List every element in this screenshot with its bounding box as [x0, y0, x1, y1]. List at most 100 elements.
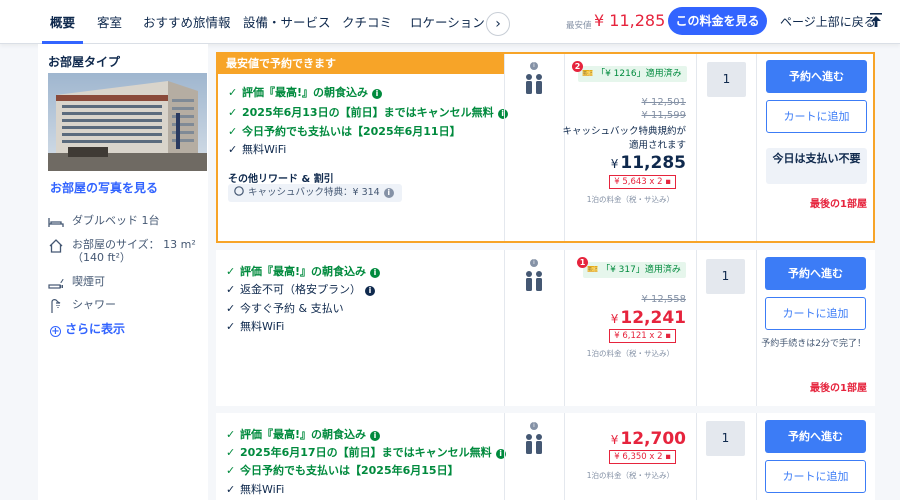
room-photo[interactable] — [48, 73, 207, 171]
arrow-up-to-top-icon[interactable] — [870, 13, 882, 27]
feature-breakfast: ✓ 評価『最高!』の朝食込み i — [226, 265, 381, 279]
show-more-label: さらに表示 — [65, 322, 126, 336]
feature-wifi: ✓ 無料WiFi — [226, 320, 284, 334]
divider — [756, 413, 757, 500]
feature-text: 2025年6月13日の【前日】まではキャンセル無料 — [242, 106, 494, 119]
divider — [504, 250, 505, 406]
info-icon[interactable]: i — [365, 286, 375, 296]
per-night-text: ¥ 6,121 x 2 — [614, 331, 663, 341]
lowest-price-label: 最安値 — [566, 21, 592, 31]
price-block: ¥ 12,501 ¥ 11,599 キャッシュバック特典規約が適用されます ¥1… — [558, 54, 686, 244]
guest-capacity: i — [519, 62, 549, 95]
final-price: ¥12,700 — [611, 429, 686, 449]
info-icon[interactable]: i — [497, 109, 508, 119]
info-icon[interactable]: i — [370, 431, 381, 441]
rate-option-nonrefundable: ✓ 評価『最高!』の朝食込み i ✓ 返金不可（格安プラン） i ✓ 今すぐ予約 & 支払… — [216, 250, 875, 406]
room-type-title: お部屋タイプ — [48, 55, 121, 69]
reserve-button[interactable]: 予約へ進む — [765, 420, 866, 453]
amenity-label: お部屋のサイズ： 13 m²（140 ft²） — [72, 238, 196, 264]
feature-text: 今すぐ予約 & 支払い — [240, 302, 344, 315]
feature-nonrefundable: ✓ 返金不可（格安プラン） i — [226, 283, 375, 297]
info-icon[interactable]: i — [530, 62, 538, 70]
check-icon: ✓ — [228, 106, 238, 119]
feature-text: 評価『最高!』の朝食込み — [242, 86, 369, 99]
check-icon: ✓ — [226, 302, 236, 315]
room-quantity-select[interactable]: 1 — [706, 421, 745, 456]
divider — [696, 54, 697, 241]
feature-text: 無料WiFi — [240, 483, 285, 496]
two-people-icon — [526, 74, 542, 94]
info-icon[interactable]: i — [383, 188, 394, 198]
final-price: ¥12,241 — [611, 308, 686, 328]
feature-text: 無料WiFi — [242, 143, 287, 156]
tab-facilities[interactable]: 設備・サービス — [243, 0, 331, 44]
amenity-label: 喫煙可 — [72, 275, 105, 288]
last-room-warning: 最後の1部屋 — [810, 383, 867, 394]
original-price: ¥ 12,558 — [641, 294, 686, 305]
currency-symbol: ¥ — [610, 157, 619, 171]
tab-rooms[interactable]: 客室 — [97, 0, 122, 44]
tab-reviews[interactable]: クチコミ — [342, 0, 392, 44]
person-icon: ▪ — [665, 331, 671, 341]
reserve-button[interactable]: 予約へ進む — [766, 60, 867, 93]
check-icon: ✓ — [228, 86, 238, 99]
plus-circle-icon: + — [50, 326, 61, 337]
divider — [696, 413, 697, 500]
info-icon[interactable]: i — [370, 268, 381, 278]
room-quantity-select[interactable]: 1 — [707, 62, 746, 97]
info-icon[interactable]: i — [530, 422, 538, 430]
cashback-terms-note: キャッシュバック特典規約が適用されます — [562, 126, 686, 151]
discounted-price: ¥ 11,599 — [641, 110, 686, 121]
info-icon[interactable]: i — [372, 89, 383, 99]
tab-overview[interactable]: 概要 — [41, 0, 84, 44]
feature-wifi: ✓ 無料WiFi — [226, 483, 284, 497]
add-to-cart-button[interactable]: カートに追加 — [765, 460, 866, 493]
show-more-link[interactable]: + さらに表示 — [50, 320, 125, 337]
guest-capacity: i — [519, 422, 549, 455]
reserve-button[interactable]: 予約へ進む — [765, 257, 866, 290]
per-night-breakdown: ¥ 5,643 x 2 ▪ — [609, 175, 676, 189]
bed-icon — [48, 218, 64, 227]
room-photos-link[interactable]: お部屋の写真を見る — [50, 179, 158, 196]
divider — [756, 250, 757, 406]
feature-breakfast: ✓ 評価『最高!』の朝食込み i — [228, 86, 383, 100]
back-to-top-link[interactable]: ページ上部に戻る — [780, 13, 876, 30]
check-icon: ✓ — [226, 446, 236, 459]
feature-text: 今日予約でも支払いは【2025年6月11日】 — [242, 125, 461, 138]
other-rewards-title: その他リワード & 割引 — [228, 174, 334, 185]
tax-note: 1泊の料金（税・サ込み） — [586, 349, 674, 358]
final-price: ¥11,285 — [611, 153, 686, 173]
coin-icon — [234, 186, 244, 196]
feature-free-cancel: ✓ 2025年6月17日の【前日】まではキャンセル無料 i — [226, 446, 506, 460]
feature-pay-later: ✓ 今日予約でも支払いは【2025年6月11日】 — [228, 125, 461, 139]
lowest-price: ¥ 11,285 — [594, 11, 666, 30]
rate-option-best: 最安値で予約できます ✓ 評価『最高!』の朝食込み i ✓ 2025年6月13日の【前… — [216, 52, 875, 243]
add-to-cart-button[interactable]: カートに追加 — [766, 100, 867, 133]
person-icon: ▪ — [665, 452, 671, 462]
check-icon: ✓ — [226, 320, 236, 333]
price-block: ¥ 12,558 ¥12,241 ¥ 6,121 x 2 ▪ 1泊の料金（税・サ… — [558, 250, 686, 400]
amenity-label: シャワー — [72, 298, 116, 311]
feature-pay-now: ✓ 今すぐ予約 & 支払い — [226, 302, 344, 316]
check-icon: ✓ — [226, 483, 236, 496]
feature-text: 2025年6月17日の【前日】まではキャンセル無料 — [240, 446, 492, 459]
room-info-panel: お部屋タイプ お部屋の写真を見る ダブルベッド 1台 お部屋のサイズ： 13 m… — [38, 44, 208, 500]
tax-note: 1泊の料金（税・サ込み） — [586, 471, 674, 480]
feature-wifi: ✓ 無料WiFi — [228, 143, 286, 157]
info-icon[interactable]: i — [530, 259, 538, 267]
original-price: ¥ 12,501 — [641, 97, 686, 108]
see-price-button[interactable]: この料金を見る — [668, 7, 767, 35]
tab-location[interactable]: ロケーション — [410, 0, 485, 44]
add-to-cart-button[interactable]: カートに追加 — [765, 297, 866, 330]
per-night-breakdown: ¥ 6,350 x 2 ▪ — [609, 450, 676, 464]
amenity-label: ダブルベッド 1台 — [72, 214, 160, 227]
feature-free-cancel: ✓ 2025年6月13日の【前日】まではキャンセル無料 i — [228, 106, 508, 120]
check-icon: ✓ — [228, 143, 238, 156]
rate-option-standard: ✓ 評価『最高!』の朝食込み i ✓ 2025年6月17日の【前日】まではキャンセル無… — [216, 413, 875, 500]
tab-travel-info[interactable]: おすすめ旅情報 — [143, 0, 231, 44]
currency-symbol: ¥ — [610, 312, 619, 326]
reward-chip-label: キャッシュバック特典：¥ 314 — [248, 187, 380, 198]
tabs-next-arrow-icon[interactable]: › — [486, 12, 510, 36]
room-quantity-select[interactable]: 1 — [706, 259, 745, 294]
last-room-warning: 最後の1部屋 — [810, 199, 867, 210]
